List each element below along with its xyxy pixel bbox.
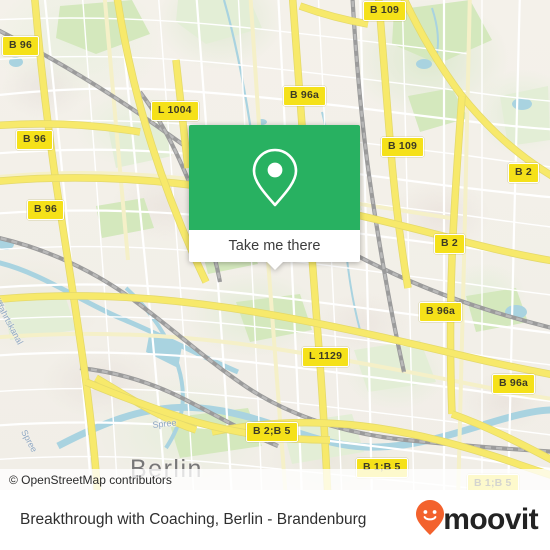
map-canvas[interactable]: .water { fill:none; stroke:#a9d3e0; } .w… (0, 0, 550, 490)
road-shield: B 2;B 5 (246, 422, 298, 442)
road-shield: L 1004 (151, 101, 199, 121)
road-shield: B 96a (419, 302, 463, 322)
take-me-there-button[interactable]: Take me there (189, 230, 360, 270)
moovit-smiley-pin-icon (415, 499, 445, 542)
map-attribution-bar: © OpenStreetMap contributors (0, 469, 550, 490)
road-shield: B 96 (27, 200, 64, 220)
road-shield: L 1129 (302, 347, 350, 367)
road-shield: B 96a (492, 374, 536, 394)
take-me-there-popup[interactable]: Take me there (189, 125, 360, 270)
road-shield: B 96a (283, 86, 327, 106)
take-me-there-label: Take me there (228, 237, 321, 254)
popup-header (189, 125, 360, 230)
road-shield: B 109 (381, 137, 425, 157)
road-shield: B 2 (434, 234, 465, 254)
moovit-logo[interactable]: moovit (415, 499, 539, 542)
page-footer: Breakthrough with Coaching, Berlin - Bra… (0, 490, 550, 550)
road-shield: B 96 (2, 36, 39, 56)
moovit-wordmark: moovit (443, 503, 538, 536)
road-shield: B 109 (363, 1, 407, 21)
place-title: Breakthrough with Coaching, Berlin - Bra… (20, 511, 367, 529)
popup-pointer (265, 261, 284, 270)
road-shield: B 2 (508, 163, 539, 183)
road-shield: B 96 (16, 130, 53, 150)
attribution-text[interactable]: © OpenStreetMap contributors (9, 474, 172, 486)
moovit-map-screenshot: .water { fill:none; stroke:#a9d3e0; } .w… (0, 0, 550, 550)
map-pin-icon (249, 147, 301, 209)
